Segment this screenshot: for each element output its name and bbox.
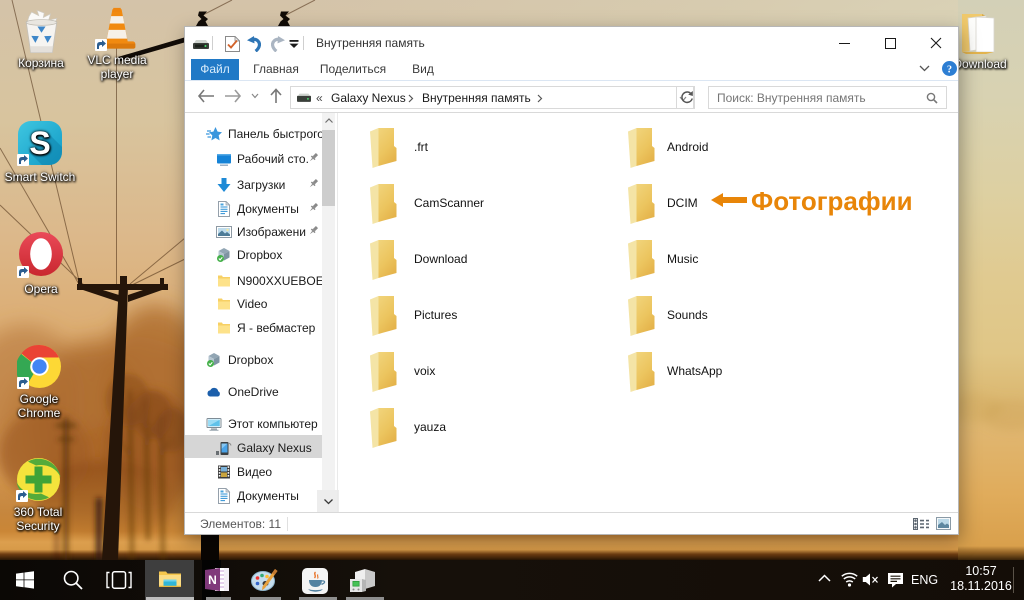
svg-text:?: ?	[947, 64, 952, 75]
svg-text:N: N	[208, 573, 217, 587]
svg-text:S: S	[29, 125, 50, 161]
